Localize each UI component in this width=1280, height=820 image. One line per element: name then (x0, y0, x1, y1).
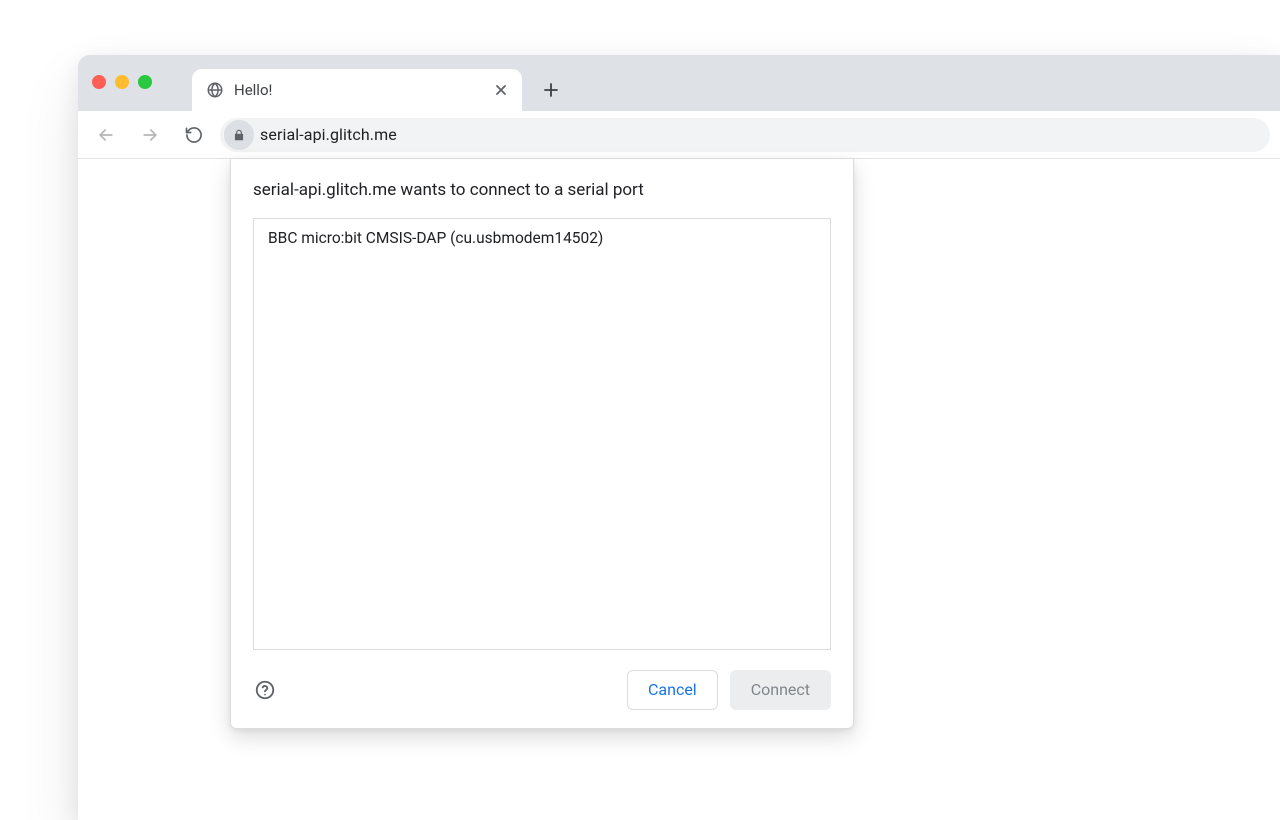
new-tab-button[interactable] (536, 75, 566, 105)
help-icon[interactable] (253, 678, 277, 702)
browser-window: Hello! (78, 55, 1280, 820)
forward-button[interactable] (132, 117, 168, 153)
chooser-footer: Cancel Connect (253, 670, 831, 710)
tab-strip: Hello! (78, 55, 1280, 111)
window-controls (92, 75, 152, 89)
device-item[interactable]: BBC micro:bit CMSIS-DAP (cu.usbmodem1450… (254, 219, 830, 257)
url-text: serial-api.glitch.me (260, 125, 397, 144)
serial-port-chooser: serial-api.glitch.me wants to connect to… (230, 159, 854, 729)
page-content: serial-api.glitch.me wants to connect to… (78, 159, 1280, 820)
lock-icon[interactable] (224, 120, 254, 150)
window-zoom-button[interactable] (138, 75, 152, 89)
tabs: Hello! (192, 55, 566, 111)
cancel-button[interactable]: Cancel (627, 670, 718, 710)
reload-button[interactable] (176, 117, 212, 153)
screenshot-stage: Hello! (0, 0, 1280, 820)
device-list[interactable]: BBC micro:bit CMSIS-DAP (cu.usbmodem1450… (253, 218, 831, 650)
close-tab-button[interactable] (492, 81, 510, 99)
tab-title: Hello! (234, 81, 482, 99)
address-bar[interactable]: serial-api.glitch.me (220, 118, 1270, 152)
toolbar: serial-api.glitch.me (78, 111, 1280, 159)
window-close-button[interactable] (92, 75, 106, 89)
back-button[interactable] (88, 117, 124, 153)
connect-button[interactable]: Connect (730, 670, 831, 710)
window-minimize-button[interactable] (115, 75, 129, 89)
browser-tab[interactable]: Hello! (192, 69, 522, 111)
chooser-title: serial-api.glitch.me wants to connect to… (253, 179, 831, 202)
globe-icon (206, 81, 224, 99)
